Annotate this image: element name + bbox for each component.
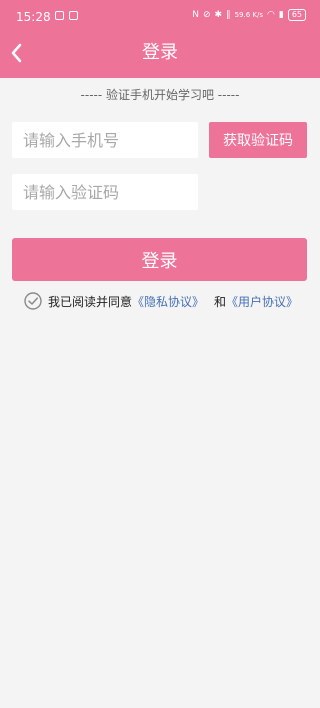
agreement-checkbox-icon[interactable] (24, 292, 42, 310)
vibrate-icon: ‖ (226, 10, 231, 20)
wifi-icon: ◠ (267, 10, 275, 20)
network-speed: 59.6 K/s (234, 10, 263, 19)
status-left-icons (55, 11, 78, 20)
get-verification-code-button[interactable]: 获取验证码 (209, 122, 307, 158)
status-bar: 15:28 N ⊘ ✱ ‖ 59.6 K/s ◠ ▮ 65 (0, 0, 320, 30)
user-agreement-link[interactable]: 《用户协议》 (226, 293, 298, 310)
app-header: 15:28 N ⊘ ✱ ‖ 59.6 K/s ◠ ▮ 65 登录 (0, 0, 320, 78)
agreement-prefix: 我已阅读并同意 (48, 294, 133, 309)
verification-code-input[interactable] (12, 174, 198, 210)
app-icon (69, 11, 78, 20)
battery-indicator: 65 (287, 9, 306, 21)
status-time: 15:28 (16, 10, 51, 24)
agreement-row: 我已阅读并同意 《隐私协议》 和 《用户协议》 (24, 290, 298, 312)
verification-subtitle: ----- 验证手机开始学习吧 ----- (80, 88, 240, 102)
notification-icon (55, 11, 64, 20)
agreement-and-text: 和 (214, 294, 227, 309)
mute-icon: ⊘ (202, 10, 211, 20)
signal-icon: ▮ (278, 10, 284, 20)
page-title: 登录 (142, 42, 178, 63)
phone-number-input[interactable] (12, 122, 198, 158)
login-button[interactable]: 登录 (12, 238, 307, 281)
privacy-policy-link[interactable]: 《隐私协议》 (132, 293, 204, 310)
nfc-icon: N (192, 10, 199, 20)
status-right-icons: N ⊘ ✱ ‖ 59.6 K/s ◠ ▮ 65 (192, 9, 306, 21)
bluetooth-icon: ✱ (214, 10, 223, 20)
